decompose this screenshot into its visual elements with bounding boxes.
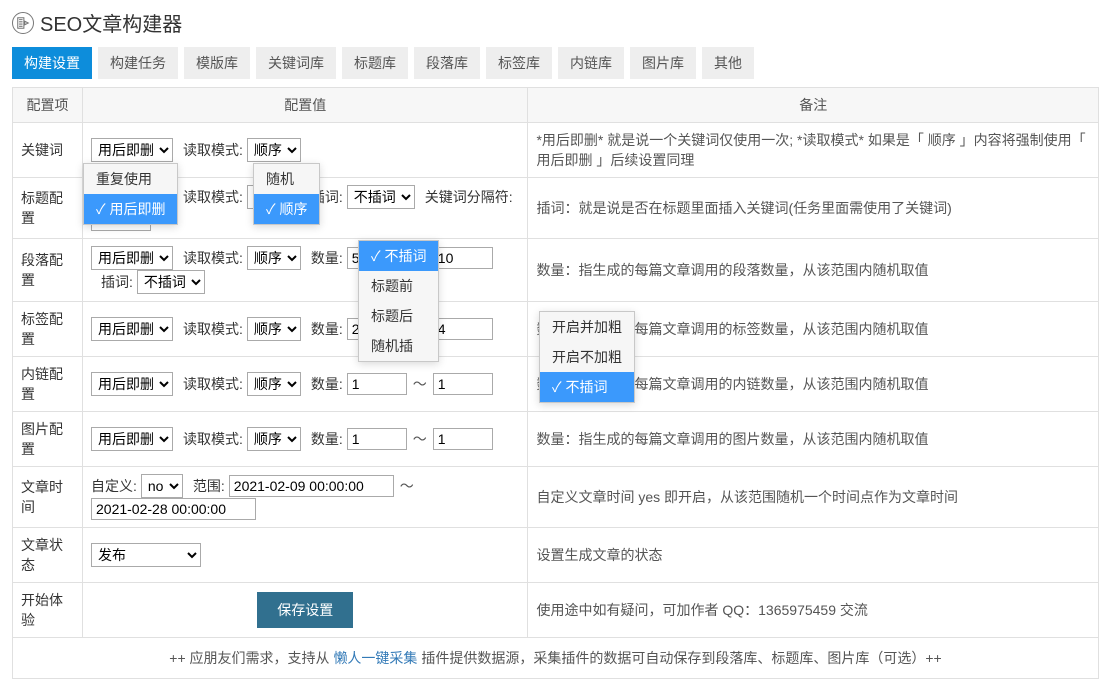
insert-dropdown-popup: ✓ 不插词 标题前 标题后 随机插	[358, 240, 439, 362]
tag-read-select[interactable]: 顺序	[247, 317, 301, 341]
tab-9[interactable]: 其他	[702, 47, 754, 79]
para-insert-select[interactable]: 不插词	[137, 270, 205, 294]
app-icon	[12, 12, 34, 34]
range-tilde: ～	[413, 429, 427, 449]
tab-bar: 构建设置构建任务模版库关键词库标题库段落库标签库内链库图片库其他	[12, 47, 1099, 79]
time-from-input[interactable]	[229, 475, 394, 497]
status-select[interactable]: 发布	[91, 543, 201, 567]
para-mode-select[interactable]: 用后即删	[91, 246, 173, 270]
title-insert-select[interactable]: 不插词	[347, 185, 415, 209]
page-title: SEO文章构建器	[40, 8, 182, 37]
row-label: 段落配置	[13, 239, 83, 302]
custom-label: 自定义:	[91, 476, 137, 496]
tab-6[interactable]: 标签库	[486, 47, 552, 79]
para-count-to[interactable]	[433, 247, 493, 269]
row-title-config: 标题配置 用后即删 读取模式: 顺序 插词: 不插词 关键词分隔符: 重复使用 …	[13, 178, 1099, 239]
image-mode-select[interactable]: 用后即删	[91, 427, 173, 451]
row-note: 数量：指生成的每篇文章调用的图片数量，从该范围内随机取值	[528, 412, 1099, 467]
popup-option[interactable]: ✓ 不插词	[359, 241, 438, 271]
row-note: *用后即删* 就是说一个关键词仅使用一次; *读取模式* 如果是「 顺序 」内容…	[528, 123, 1099, 178]
footer-note: ++ 应朋友们需求，支持从 懒人一键采集 插件提供数据源，采集插件的数据可自动保…	[12, 638, 1099, 679]
tab-3[interactable]: 关键词库	[256, 47, 336, 79]
read-dropdown-popup: 随机 ✓ 顺序	[253, 163, 320, 225]
row-start: 开始体验 保存设置 使用途中如有疑问，可加作者 QQ：1365975459 交流	[13, 583, 1099, 638]
popup-option[interactable]: ✓ 不插词	[540, 372, 634, 402]
read-mode-label: 读取模式:	[183, 140, 243, 160]
row-tag-config: 标签配置 用后即删 读取模式: 顺序 数量: ～ 开启并加粗 开启不加粗 ✓ 不…	[13, 302, 1099, 357]
insert-label: 插词:	[101, 272, 133, 292]
popup-option[interactable]: 开启并加粗	[540, 312, 634, 342]
insert2-dropdown-popup: 开启并加粗 开启不加粗 ✓ 不插词	[539, 311, 635, 403]
config-table: 配置项 配置值 备注 关键词 用后即删 读取模式: 顺序 *用后即删* 就是说一…	[12, 87, 1099, 638]
tab-4[interactable]: 标题库	[342, 47, 408, 79]
image-count-from[interactable]	[347, 428, 407, 450]
row-label: 关键词	[13, 123, 83, 178]
row-label: 图片配置	[13, 412, 83, 467]
tab-8[interactable]: 图片库	[630, 47, 696, 79]
range-tilde: ～	[413, 374, 427, 394]
image-count-to[interactable]	[433, 428, 493, 450]
col-note: 备注	[528, 88, 1099, 123]
keyword-read-select[interactable]: 顺序	[247, 138, 301, 162]
row-note: 插词：就是说是否在标题里面插入关键词(任务里面需使用了关键词)	[528, 178, 1099, 239]
range-label: 范围:	[193, 476, 225, 496]
row-article-time: 文章时间 自定义: no 范围: ～ 自定义文章时间 yes 即开启，从该范围随…	[13, 467, 1099, 528]
row-note: 使用途中如有疑问，可加作者 QQ：1365975459 交流	[528, 583, 1099, 638]
row-note: 自定义文章时间 yes 即开启，从该范围随机一个时间点作为文章时间	[528, 467, 1099, 528]
read-mode-label: 读取模式:	[183, 187, 243, 207]
popup-option[interactable]: 随机插	[359, 331, 438, 361]
popup-option[interactable]: 重复使用	[84, 164, 177, 194]
time-to-input[interactable]	[91, 498, 256, 520]
col-config-value: 配置值	[83, 88, 528, 123]
inlink-count-from[interactable]	[347, 373, 407, 395]
row-label: 内链配置	[13, 357, 83, 412]
tag-mode-select[interactable]: 用后即删	[91, 317, 173, 341]
read-mode-label: 读取模式:	[183, 429, 243, 449]
row-label: 开始体验	[13, 583, 83, 638]
popup-option[interactable]: 随机	[254, 164, 319, 194]
row-label: 标签配置	[13, 302, 83, 357]
footer-link[interactable]: 懒人一键采集	[333, 650, 417, 666]
keyword-mode-select[interactable]: 用后即删	[91, 138, 173, 162]
inlink-mode-select[interactable]: 用后即删	[91, 372, 173, 396]
tab-5[interactable]: 段落库	[414, 47, 480, 79]
table-header-row: 配置项 配置值 备注	[13, 88, 1099, 123]
row-note: 数量：指生成的每篇文章调用的段落数量，从该范围内随机取值	[528, 239, 1099, 302]
read-mode-label: 读取模式:	[183, 319, 243, 339]
popup-option[interactable]: ✓ 用后即删	[84, 194, 177, 224]
tag-count-to[interactable]	[433, 318, 493, 340]
row-label: 标题配置	[13, 178, 83, 239]
row-image-config: 图片配置 用后即删 读取模式: 顺序 数量: ～ 数量：指生成的每篇文章调用的图…	[13, 412, 1099, 467]
image-read-select[interactable]: 顺序	[247, 427, 301, 451]
para-read-select[interactable]: 顺序	[247, 246, 301, 270]
row-label: 文章状态	[13, 528, 83, 583]
col-config-item: 配置项	[13, 88, 83, 123]
range-tilde: ～	[400, 476, 414, 496]
count-label: 数量:	[311, 319, 343, 339]
page-header: SEO文章构建器	[12, 8, 1099, 37]
row-paragraph-config: 段落配置 用后即删 读取模式: 顺序 数量: ～ 插词: 不插词 ✓ 不插词 标…	[13, 239, 1099, 302]
mode-dropdown-popup: 重复使用 ✓ 用后即删	[83, 163, 178, 225]
row-label: 文章时间	[13, 467, 83, 528]
popup-option[interactable]: ✓ 顺序	[254, 194, 319, 224]
tab-0[interactable]: 构建设置	[12, 47, 92, 79]
inlink-read-select[interactable]: 顺序	[247, 372, 301, 396]
save-button[interactable]: 保存设置	[257, 592, 353, 628]
tab-1[interactable]: 构建任务	[98, 47, 178, 79]
tab-7[interactable]: 内链库	[558, 47, 624, 79]
inlink-count-to[interactable]	[433, 373, 493, 395]
row-note: 设置生成文章的状态	[528, 528, 1099, 583]
read-mode-label: 读取模式:	[183, 374, 243, 394]
popup-option[interactable]: 标题后	[359, 301, 438, 331]
count-label: 数量:	[311, 374, 343, 394]
count-label: 数量:	[311, 248, 343, 268]
time-custom-select[interactable]: no	[141, 474, 183, 498]
count-label: 数量:	[311, 429, 343, 449]
tab-2[interactable]: 模版库	[184, 47, 250, 79]
popup-option[interactable]: 开启不加粗	[540, 342, 634, 372]
sep-label: 关键词分隔符:	[425, 187, 513, 207]
read-mode-label: 读取模式:	[183, 248, 243, 268]
row-article-status: 文章状态 发布 设置生成文章的状态	[13, 528, 1099, 583]
popup-option[interactable]: 标题前	[359, 271, 438, 301]
